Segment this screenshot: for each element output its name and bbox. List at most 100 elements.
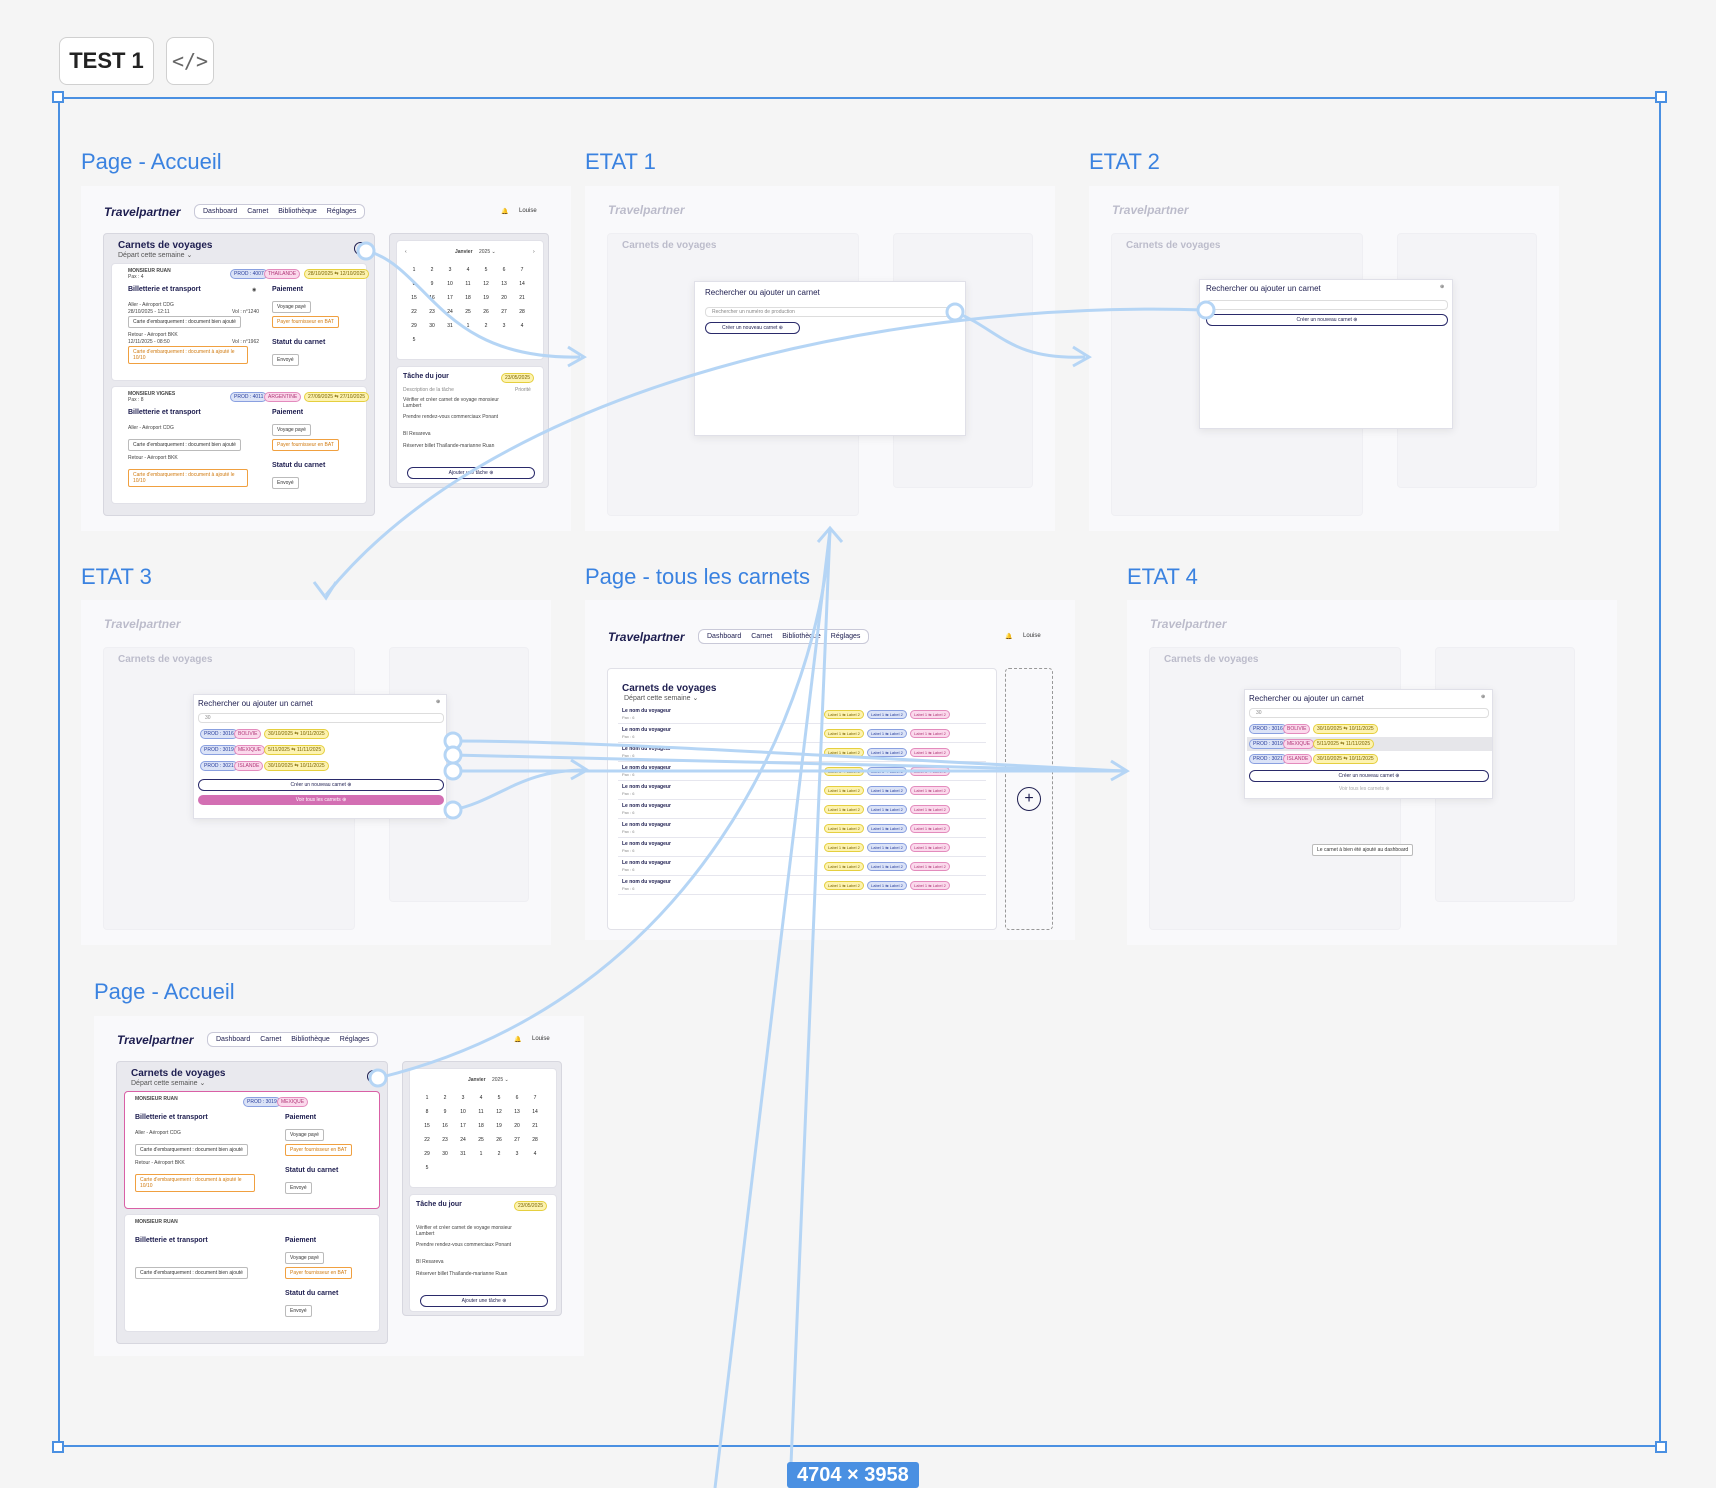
calendar-day[interactable]: 2 bbox=[436, 1095, 454, 1101]
user-name[interactable]: Louise bbox=[1023, 633, 1041, 639]
statut-envoye[interactable]: Envoyé bbox=[272, 477, 299, 489]
calendar-day[interactable]: 30 bbox=[436, 1151, 454, 1157]
bell-icon[interactable]: 🔔 bbox=[514, 1036, 521, 1043]
calendar-day[interactable]: 7 bbox=[513, 267, 531, 273]
result-dates[interactable]: 5/11/2025 ⇆ 11/11/2025 bbox=[264, 745, 326, 755]
calendar-day[interactable]: 3 bbox=[454, 1095, 472, 1101]
calendar-day[interactable]: 22 bbox=[405, 309, 423, 315]
carte-embarquement[interactable]: Carte d'embarquement : document bien ajo… bbox=[135, 1144, 248, 1156]
create-carnet-button[interactable]: Créer un nouveau carnet ⊕ bbox=[198, 779, 444, 791]
calendar[interactable]: ‹ Janvier 2025 ⌄ › 1 2 3 4 5 6 7 8 9 10 11 12 13 14 15… bbox=[396, 240, 544, 360]
calendar-day[interactable]: 14 bbox=[513, 281, 531, 287]
calendar-day[interactable]: 26 bbox=[477, 309, 495, 315]
search-input[interactable]: 30 bbox=[198, 713, 444, 723]
table-row[interactable]: Le nom du voyageur Pax : 6 Label 1 ⇆ Label… bbox=[618, 876, 986, 895]
see-all-carnets-link[interactable]: Voir tous les carnets ⊕ bbox=[1339, 786, 1390, 792]
calendar-day[interactable]: 21 bbox=[513, 295, 531, 301]
result-dest[interactable]: BOLIVIE bbox=[234, 729, 262, 739]
calendar-day[interactable]: 1 bbox=[459, 323, 477, 329]
calendar-day[interactable]: 8 bbox=[418, 1109, 436, 1115]
task-item[interactable]: Prendre rendez-vous commerciaux Ponant bbox=[416, 1242, 516, 1248]
nav-carnet[interactable]: Carnet bbox=[260, 1036, 281, 1043]
nav-reglages[interactable]: Réglages bbox=[327, 208, 357, 215]
calendar-day[interactable]: 10 bbox=[441, 281, 459, 287]
payer-fournisseur[interactable]: Payer fournisseur en BAT bbox=[285, 1267, 352, 1279]
frame-label-tous-carnets[interactable]: Page - tous les carnets bbox=[585, 564, 810, 590]
result-dates[interactable]: 30/10/2025 ⇆ 10/11/2025 bbox=[264, 729, 329, 739]
task-item[interactable]: BI Resareva bbox=[416, 1259, 444, 1265]
table-row[interactable]: Le nom du voyageur Pax : 6 Label 1 ⇆ Label… bbox=[618, 781, 986, 800]
calendar-day[interactable]: 25 bbox=[472, 1137, 490, 1143]
calendar-day[interactable]: 9 bbox=[423, 281, 441, 287]
nav-reglages[interactable]: Réglages bbox=[831, 633, 861, 640]
calendar-day[interactable]: 15 bbox=[418, 1123, 436, 1129]
calendar-day[interactable]: 29 bbox=[405, 323, 423, 329]
calendar-day[interactable]: 23 bbox=[436, 1137, 454, 1143]
add-task-button[interactable]: Ajouter une tâche ⊕ bbox=[420, 1295, 548, 1307]
statut-envoye[interactable]: Envoyé bbox=[285, 1305, 312, 1317]
search-popup[interactable]: Rechercher ou ajouter un carnet ⊕ Créer … bbox=[1199, 279, 1453, 429]
calendar-day[interactable]: 7 bbox=[526, 1095, 544, 1101]
task-item[interactable]: BI Resareva bbox=[403, 431, 431, 437]
calendar-day[interactable]: 27 bbox=[495, 309, 513, 315]
resize-handle[interactable] bbox=[1655, 1441, 1667, 1453]
carte-embarquement-retour[interactable]: Carte d'embarquement : document à ajouté… bbox=[128, 469, 248, 487]
search-input[interactable]: 30 bbox=[1249, 708, 1489, 718]
mockup-etat3[interactable]: Travelpartner Carnets de voyages Recherc… bbox=[81, 600, 551, 945]
voyage-paye[interactable]: Voyage payé bbox=[285, 1252, 324, 1264]
mockup-accueil[interactable]: Travelpartner Dashboard Carnet Bibliothè… bbox=[81, 186, 571, 531]
table-row[interactable]: Le nom du voyageur Pax : 6 Label 1 ⇆ Label… bbox=[618, 857, 986, 876]
calendar-day[interactable]: 4 bbox=[526, 1151, 544, 1157]
search-popup[interactable]: Rechercher ou ajouter un carnet Recherch… bbox=[694, 281, 966, 436]
result-prod[interactable]: PROD : 3019 bbox=[1249, 739, 1287, 749]
calendar-day[interactable]: 6 bbox=[508, 1095, 526, 1101]
drop-zone[interactable]: + bbox=[1005, 668, 1053, 930]
calendar[interactable]: Janvier 2025 ⌄ 1 2 3 4 5 6 7 8 9 10 11 12 13 14 15 16 17… bbox=[409, 1068, 557, 1188]
carte-embarquement-retour[interactable]: Carte d'embarquement : document à ajouté… bbox=[135, 1174, 255, 1192]
calendar-day[interactable]: 1 bbox=[472, 1151, 490, 1157]
search-popup[interactable]: Rechercher ou ajouter un carnet ⊕ 30 PRO… bbox=[1244, 689, 1493, 799]
create-carnet-button[interactable]: Créer un nouveau carnet ⊕ bbox=[1206, 314, 1448, 326]
table-row[interactable]: Le nom du voyageur Pax : 6 Label 1 ⇆ Label… bbox=[618, 819, 986, 838]
result-prod[interactable]: PROD : 3021 bbox=[1249, 754, 1287, 764]
resize-handle[interactable] bbox=[52, 91, 64, 103]
frame-label-etat3[interactable]: ETAT 3 bbox=[81, 564, 152, 590]
calendar-day[interactable]: 4 bbox=[513, 323, 531, 329]
search-input[interactable]: Rechercher un numéro de production bbox=[705, 307, 957, 317]
bell-icon[interactable]: 🔔 bbox=[1005, 633, 1012, 640]
statut-envoye[interactable]: Envoyé bbox=[285, 1182, 312, 1194]
carnet-card[interactable]: MONSIEUR VIGNES Pax : 8 PROD : 4011 ARGE… bbox=[111, 386, 370, 504]
table-row[interactable]: Le nom du voyageur Pax : 6 Label 1 ⇆ Label… bbox=[618, 705, 986, 724]
nav-bibliotheque[interactable]: Bibliothèque bbox=[291, 1036, 330, 1043]
add-circle-icon[interactable]: ⊕ bbox=[1481, 694, 1485, 700]
calendar-day[interactable]: 19 bbox=[490, 1123, 508, 1129]
frame-label-etat2[interactable]: ETAT 2 bbox=[1089, 149, 1160, 175]
calendar-day[interactable]: 20 bbox=[495, 295, 513, 301]
carnet-card-new[interactable]: MONSIEUR RUAN PROD : 3019 MEXIQUE Billet… bbox=[124, 1091, 380, 1209]
search-popup[interactable]: Rechercher ou ajouter un carnet ⊕ 30 PRO… bbox=[193, 694, 447, 819]
next-month-icon[interactable]: › bbox=[533, 249, 535, 255]
calendar-day[interactable]: 18 bbox=[472, 1123, 490, 1129]
calendar-day[interactable]: 15 bbox=[405, 295, 423, 301]
nav-carnet[interactable]: Carnet bbox=[751, 633, 772, 640]
result-dates[interactable]: 30/10/2025 ⇆ 10/11/2025 bbox=[1313, 724, 1378, 734]
calendar-day[interactable]: 4 bbox=[459, 267, 477, 273]
see-all-carnets-button[interactable]: Voir tous les carnets ⊕ bbox=[198, 795, 444, 805]
calendar-day[interactable]: 5 bbox=[418, 1165, 436, 1171]
voyage-paye[interactable]: Voyage payé bbox=[272, 424, 311, 436]
calendar-day[interactable]: 14 bbox=[526, 1109, 544, 1115]
payer-fournisseur[interactable]: Payer fournisseur en BAT bbox=[272, 439, 339, 451]
calendar-day[interactable]: 30 bbox=[423, 323, 441, 329]
user-name[interactable]: Louise bbox=[519, 208, 537, 214]
frame-label-etat1[interactable]: ETAT 1 bbox=[585, 149, 656, 175]
calendar-day[interactable]: 20 bbox=[508, 1123, 526, 1129]
table-row[interactable]: Le nom du voyageur Pax : 6 Label 1 ⇆ Label… bbox=[618, 800, 986, 819]
calendar-year[interactable]: 2025 ⌄ bbox=[479, 249, 496, 255]
task-item[interactable]: Vérifier et créer carnet de voyage monsi… bbox=[416, 1225, 516, 1237]
calendar-day[interactable]: 17 bbox=[441, 295, 459, 301]
calendar-day[interactable]: 8 bbox=[405, 281, 423, 287]
calendar-day[interactable]: 6 bbox=[495, 267, 513, 273]
calendar-day[interactable]: 27 bbox=[508, 1137, 526, 1143]
nav-dashboard[interactable]: Dashboard bbox=[707, 633, 741, 640]
mockup-accueil-2[interactable]: Travelpartner Dashboard Carnet Bibliothè… bbox=[94, 1016, 584, 1356]
